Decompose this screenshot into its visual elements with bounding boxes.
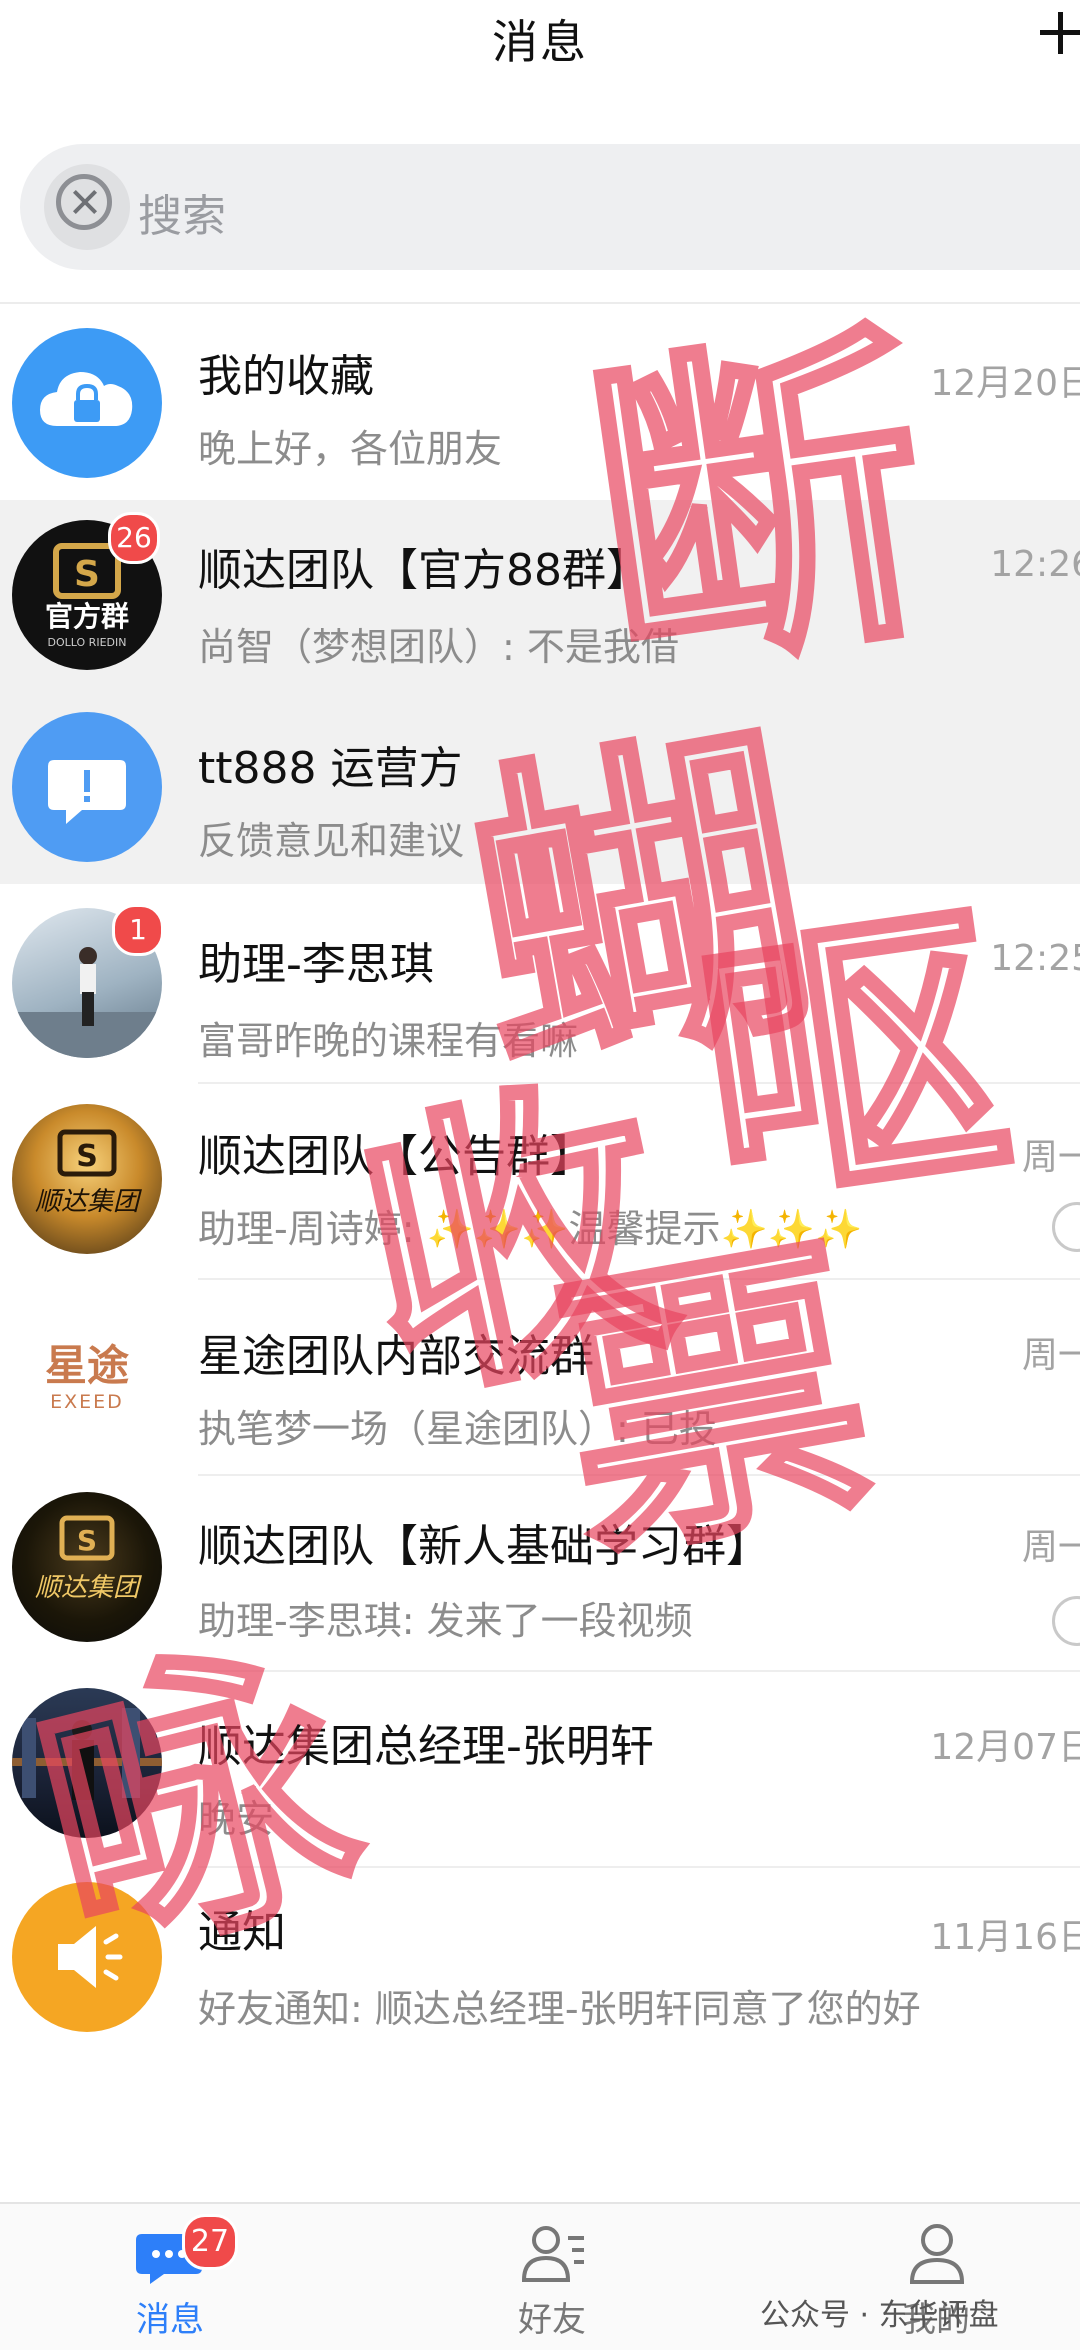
conversation-name: 顺达集团总经理-张明轩 [198,1721,654,1772]
avatar-text: 顺达集团 [35,1573,142,1603]
conversation-preview: 晚安 [198,1797,275,1841]
tab-friends[interactable]: 好友 [452,2204,652,2350]
feedback-icon [12,712,162,862]
conversation-name: tt888 运营方 [198,743,463,794]
conversation-time: 11月16日 [930,1917,1080,1958]
unread-badge: 26 [108,512,160,564]
conversation-item[interactable]: 星途 EXEED 星途团队内部交流群 执笔梦一场（星途团队）: 已投 周一 [0,1280,1080,1476]
contacts-icon [518,2218,588,2288]
conversation-time: 12月20日 [930,363,1080,404]
group-avatar: S 顺达集团 [12,1492,162,1642]
conversation-preview: 助理-周诗婷: ✨✨✨温馨提示✨✨✨ [198,1207,863,1251]
search-bar[interactable]: 搜索 [20,144,1080,270]
conversation-item[interactable]: 顺达集团总经理-张明轩 晚安 12月07日 [0,1672,1080,1868]
group-avatar: 星途 EXEED [12,1302,162,1452]
conversation-name: 顺达团队【公告群】 [198,1131,594,1182]
avatar-subtext: EXEED [50,1391,124,1413]
avatar [12,1688,162,1838]
conversation-name: 我的收藏 [198,351,374,402]
speaker-icon [12,1882,162,2032]
avatar-text: 顺达集团 [35,1187,142,1217]
conversation-item[interactable]: 通知 好友通知: 顺达总经理-张明轩同意了您的好 11月16日 [0,1868,1080,2064]
avatar-subtext: DOLLO RIEDIN [48,636,127,649]
conversation-preview: 执笔梦一场（星途团队）: 已投 [198,1407,717,1451]
tab-label: 好友 [518,2300,586,2340]
conversation-time: 12:25 [990,938,1080,979]
conversation-name: 通知 [198,1907,286,1958]
conversation-name: 顺达团队【新人基础学习群】 [198,1521,770,1572]
unread-badge: 1 [112,904,164,956]
conversation-preview: 尚智（梦想团队）: 不是我借 [198,625,679,669]
mute-icon [1052,1596,1080,1646]
search-placeholder: 搜索 [138,191,226,242]
page-title: 消息 [492,15,588,69]
conversation-item[interactable]: tt888 运营方 反馈意见和建议 [0,692,1080,884]
conversation-time: 周一 [1021,1137,1080,1178]
cloud-lock-icon [12,328,162,478]
conversation-preview: 晚上好，各位朋友 [198,427,503,471]
conversation-time: 周一 [1021,1335,1080,1376]
conversation-time: 周一 [1021,1527,1080,1568]
avatar-text: 官方群 [45,600,129,633]
conversation-item[interactable]: 1 助理-李思琪 富哥昨晚的课程有看嘛 12:25 [0,884,1080,1084]
add-icon[interactable] [1030,8,1080,58]
svg-text:S: S [77,1524,97,1557]
divider [0,302,1080,304]
search-icon[interactable] [44,164,130,250]
conversation-item[interactable]: 我的收藏 晚上好，各位朋友 12月20日 [0,310,1080,500]
svg-text:S: S [76,1139,98,1174]
header: 消息 [0,0,1080,80]
tab-label: 消息 [136,2300,204,2340]
conversation-preview: 反馈意见和建议 [198,819,465,863]
conversation-item[interactable]: S 顺达集团 顺达团队【新人基础学习群】 助理-李思琪: 发来了一段视频 周一 [0,1476,1080,1672]
conversation-name: 顺达团队【官方88群】 [198,545,650,596]
conversation-item[interactable]: S 官方群 DOLLO RIEDIN 26 顺达团队【官方88群】 尚智（梦想团… [0,500,1080,692]
conversation-time: 12:26 [990,544,1080,585]
mute-icon [1052,1202,1080,1252]
avatar-text: 星途 [45,1341,129,1390]
svg-text:S: S [74,554,100,595]
conversation-item[interactable]: S 顺达集团 顺达团队【公告群】 助理-周诗婷: ✨✨✨温馨提示✨✨✨ 周一 [0,1084,1080,1280]
conversation-preview: 富哥昨晚的课程有看嘛 [198,1019,579,1063]
unread-badge: 27 [182,2214,238,2270]
source-watermark: 公众号 · 东华评盘 [760,2298,999,2333]
person-icon [902,2218,972,2288]
conversation-preview: 好友通知: 顺达总经理-张明轩同意了您的好 [198,1987,921,2031]
conversation-time: 12月07日 [930,1727,1080,1768]
group-avatar: S 顺达集团 [12,1104,162,1254]
conversation-name: 助理-李思琪 [198,939,434,990]
tab-messages[interactable]: 27 消息 [70,2204,270,2350]
conversation-preview: 助理-李思琪: 发来了一段视频 [198,1599,693,1643]
conversation-name: 星途团队内部交流群 [198,1331,594,1382]
